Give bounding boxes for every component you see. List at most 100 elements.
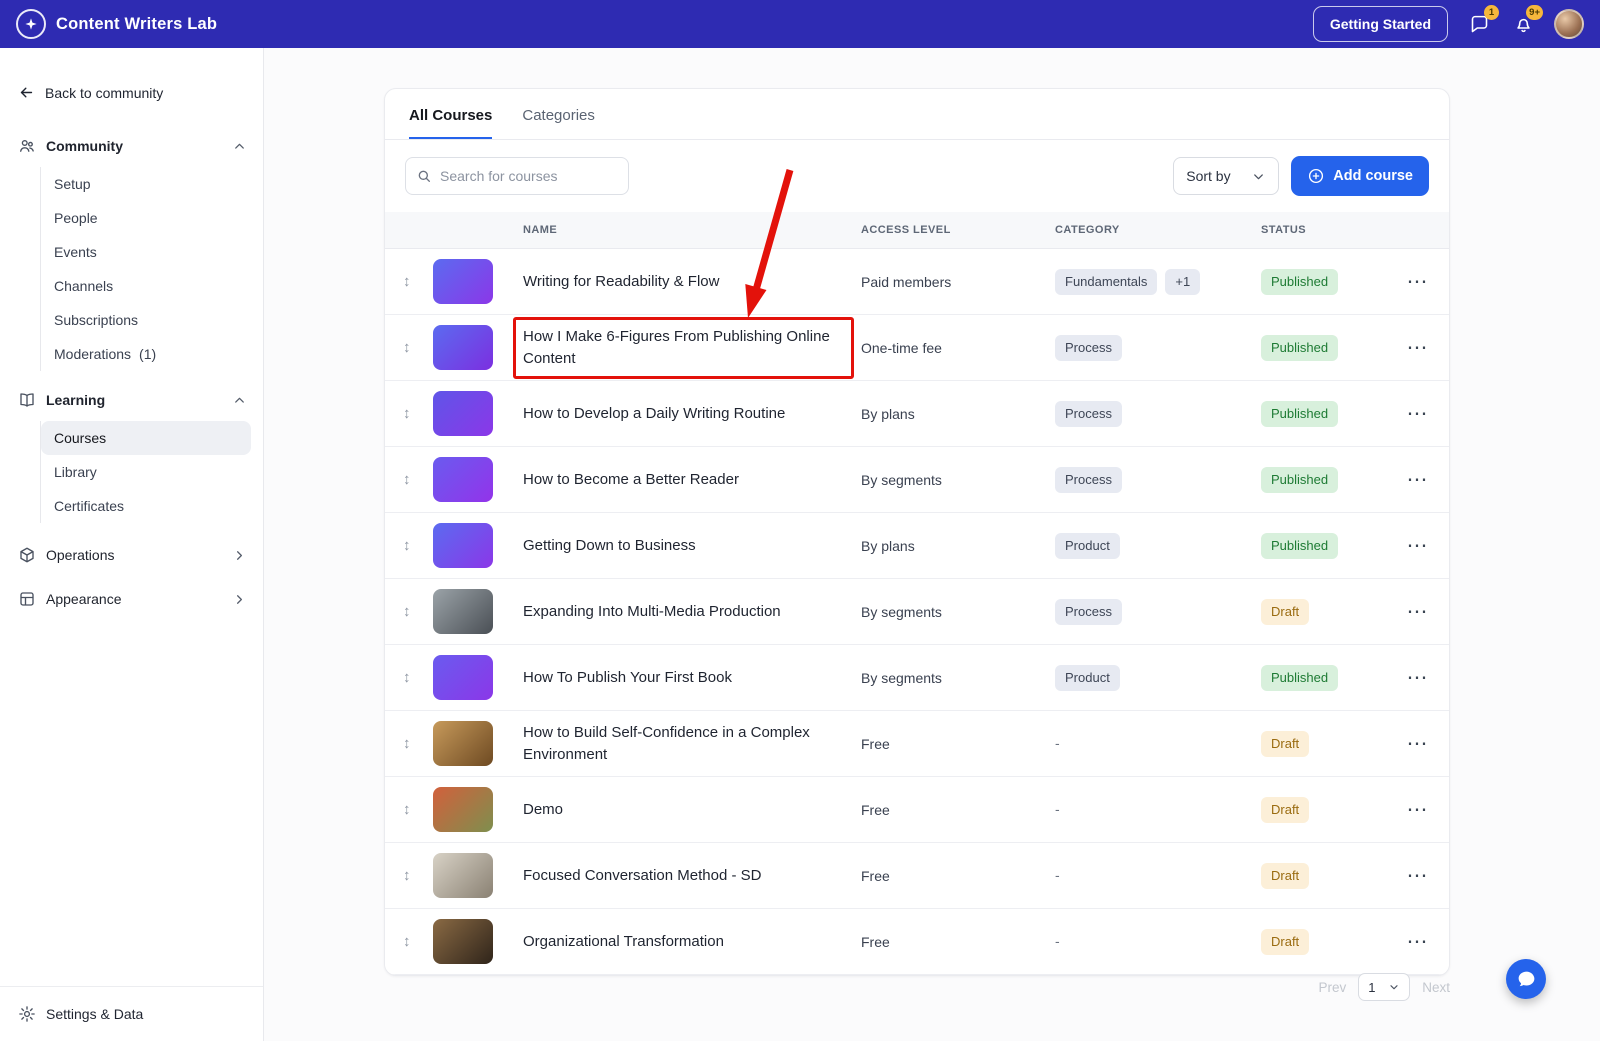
search-input[interactable] [405, 157, 629, 195]
sidebar-section-appearance[interactable]: Appearance [0, 577, 263, 621]
category-empty: - [1055, 866, 1060, 883]
sidebar-item-courses[interactable]: Courses [41, 421, 251, 455]
drag-handle-icon[interactable]: ↕ [403, 273, 433, 290]
course-row[interactable]: ↕ Writing for Readability & Flow Paid me… [385, 249, 1449, 315]
drag-handle-icon[interactable]: ↕ [403, 537, 433, 554]
course-name: How to Become a Better Reader [523, 470, 739, 488]
topbar: Content Writers Lab Getting Started 1 9+ [0, 0, 1600, 48]
column-name: NAME [523, 224, 558, 236]
status-badge: Draft [1261, 730, 1310, 757]
sidebar-item-moderations[interactable]: Moderations (1) [41, 337, 251, 371]
course-name: How To Publish Your First Book [523, 668, 732, 686]
course-name-wrap: How to Become a Better Reader [523, 469, 739, 491]
sidebar-item-events[interactable]: Events [41, 235, 251, 269]
course-row[interactable]: ↕ Focused Conversation Method - SD Free … [385, 843, 1449, 909]
status-badge: Published [1261, 532, 1339, 559]
sidebar-item-certificates[interactable]: Certificates [41, 489, 251, 523]
user-avatar[interactable] [1554, 9, 1584, 39]
back-to-community-link[interactable]: Back to community [0, 48, 263, 111]
row-menu-button[interactable]: ⋯ [1399, 667, 1435, 688]
sidebar-item-subscriptions[interactable]: Subscriptions [41, 303, 251, 337]
course-name-wrap: Focused Conversation Method - SD [523, 865, 761, 887]
moderations-count: (1) [139, 346, 157, 362]
drag-handle-icon[interactable]: ↕ [403, 405, 433, 422]
access-level: One-time fee [861, 339, 942, 356]
course-name: Organizational Transformation [523, 932, 724, 950]
tab-all-courses[interactable]: All Courses [409, 107, 493, 139]
row-menu-button[interactable]: ⋯ [1399, 799, 1435, 820]
row-menu-button[interactable]: ⋯ [1399, 733, 1435, 754]
sidebar-item-people[interactable]: People [41, 201, 251, 235]
prev-page-link[interactable]: Prev [1318, 980, 1346, 995]
back-to-community-label: Back to community [45, 84, 164, 101]
course-name: Focused Conversation Method - SD [523, 866, 762, 884]
sidebar-item-channels[interactable]: Channels [41, 269, 251, 303]
course-row[interactable]: ↕ How to Build Self-Confidence in a Comp… [385, 711, 1449, 777]
category-chip: Product [1055, 532, 1120, 559]
access-level: By segments [861, 669, 942, 686]
course-name: How to Develop a Daily Writing Routine [523, 404, 786, 422]
messages-button[interactable]: 1 [1466, 5, 1499, 37]
course-name: Demo [523, 800, 564, 818]
sidebar-section-learning[interactable]: Learning [0, 379, 263, 419]
course-row[interactable]: ↕ How To Publish Your First Book By segm… [385, 645, 1449, 711]
status-badge: Published [1261, 400, 1339, 427]
drag-handle-icon[interactable]: ↕ [403, 339, 433, 356]
admin-sidebar: Back to community Community Setup People… [0, 48, 264, 1041]
status-badge: Draft [1261, 928, 1310, 955]
community-logo-icon[interactable] [16, 9, 46, 39]
courses-tabs: All Courses Categories [385, 89, 1449, 140]
learning-icon [18, 391, 36, 409]
drag-handle-icon[interactable]: ↕ [403, 801, 433, 818]
drag-handle-icon[interactable]: ↕ [403, 603, 433, 620]
course-row[interactable]: ↕ Getting Down to Business By plans Prod… [385, 513, 1449, 579]
back-arrow-icon [18, 84, 35, 101]
row-menu-button[interactable]: ⋯ [1399, 535, 1435, 556]
sidebar-item-library[interactable]: Library [41, 455, 251, 489]
drag-handle-icon[interactable]: ↕ [403, 933, 433, 950]
category-cell: Fundamentals +1 [1055, 268, 1261, 295]
getting-started-button[interactable]: Getting Started [1312, 6, 1448, 42]
sidebar-item-setup[interactable]: Setup [41, 167, 251, 201]
course-row[interactable]: ↕ Expanding Into Multi-Media Production … [385, 579, 1449, 645]
chat-widget-button[interactable] [1506, 959, 1546, 999]
course-row[interactable]: ↕ How I Make 6-Figures From Publishing O… [385, 315, 1449, 381]
page-select[interactable]: 1 [1358, 973, 1411, 1001]
category-cell: Product [1055, 532, 1261, 559]
category-chip: Process [1055, 598, 1122, 625]
course-name-wrap: How To Publish Your First Book [523, 667, 732, 689]
settings-and-data-link[interactable]: Settings & Data [0, 986, 263, 1041]
course-name: Writing for Readability & Flow [523, 272, 720, 290]
drag-handle-icon[interactable]: ↕ [403, 669, 433, 686]
row-menu-button[interactable]: ⋯ [1399, 865, 1435, 886]
course-row[interactable]: ↕ How to Develop a Daily Writing Routine… [385, 381, 1449, 447]
row-menu-button[interactable]: ⋯ [1399, 931, 1435, 952]
drag-handle-icon[interactable]: ↕ [403, 867, 433, 884]
row-menu-button[interactable]: ⋯ [1399, 271, 1435, 292]
row-menu-button[interactable]: ⋯ [1399, 403, 1435, 424]
next-page-link[interactable]: Next [1422, 980, 1450, 995]
sort-by-dropdown[interactable]: Sort by [1173, 157, 1280, 195]
course-thumbnail [433, 391, 493, 436]
drag-handle-icon[interactable]: ↕ [403, 735, 433, 752]
category-cell: - [1055, 735, 1261, 753]
chevron-right-icon [232, 548, 247, 563]
course-row[interactable]: ↕ Demo Free - Draft ⋯ [385, 777, 1449, 843]
chevron-down-icon [1388, 981, 1400, 993]
row-menu-button[interactable]: ⋯ [1399, 469, 1435, 490]
sidebar-section-operations[interactable]: Operations [0, 533, 263, 577]
column-category: CATEGORY [1055, 224, 1120, 236]
row-menu-button[interactable]: ⋯ [1399, 337, 1435, 358]
course-row[interactable]: ↕ How to Become a Better Reader By segme… [385, 447, 1449, 513]
tab-categories[interactable]: Categories [522, 107, 595, 139]
drag-handle-icon[interactable]: ↕ [403, 471, 433, 488]
access-level: By segments [861, 603, 942, 620]
course-row[interactable]: ↕ Organizational Transformation Free - D… [385, 909, 1449, 975]
notifications-button[interactable]: 9+ [1510, 5, 1543, 37]
sidebar-section-community[interactable]: Community [0, 125, 263, 165]
community-section-label: Community [46, 138, 123, 154]
row-menu-button[interactable]: ⋯ [1399, 601, 1435, 622]
add-course-button[interactable]: Add course [1291, 156, 1429, 196]
access-level: Free [861, 933, 890, 950]
category-empty: - [1055, 932, 1060, 949]
